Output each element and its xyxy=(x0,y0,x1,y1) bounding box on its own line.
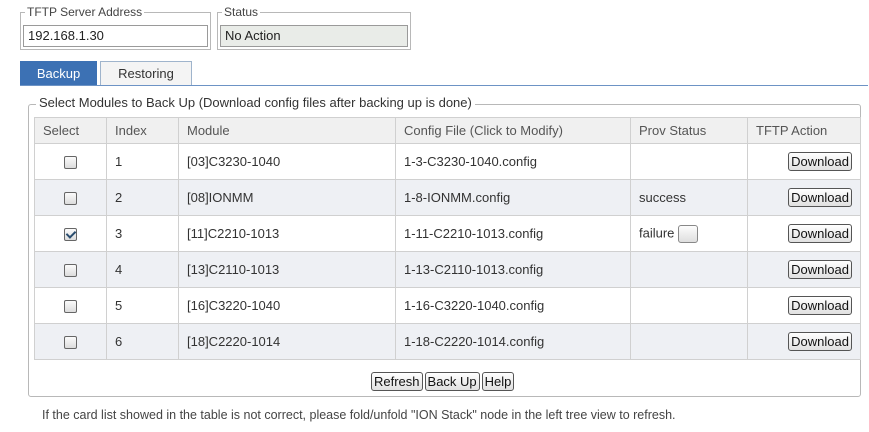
row-index: 6 xyxy=(106,323,179,360)
column-header-prov-status: Prov Status xyxy=(630,117,748,144)
download-button[interactable]: Download xyxy=(788,188,852,207)
tftp-server-label: TFTP Server Address xyxy=(27,5,143,19)
row-module: [03]C3230-1040 xyxy=(178,143,396,180)
column-header-tftp-action: TFTP Action xyxy=(747,117,861,144)
row-config-file[interactable]: 1-8-IONMM.config xyxy=(395,179,631,216)
row-prov-status-cell: failure xyxy=(630,215,748,252)
help-button[interactable]: Help xyxy=(481,372,515,391)
table-row: 5 [16]C3220-1040 1-16-C3220-1040.config … xyxy=(34,287,861,324)
row-prov-status xyxy=(630,143,748,180)
row-config-file[interactable]: 1-11-C2210-1013.config xyxy=(395,215,631,252)
table-header-row: Select Index Module Config File (Click t… xyxy=(34,117,861,144)
download-button[interactable]: Download xyxy=(788,224,852,243)
row-index: 2 xyxy=(106,179,179,216)
row-module: [16]C3220-1040 xyxy=(178,287,396,324)
row-prov-status xyxy=(630,251,748,288)
table-row: 3 [11]C2210-1013 1-11-C2210-1013.config … xyxy=(34,215,861,252)
status-field: No Action xyxy=(220,25,408,47)
row-select-checkbox[interactable] xyxy=(64,336,77,350)
row-prov-status: success xyxy=(630,179,748,216)
table-row: 4 [13]C2110-1013 1-13-C2110-1013.config … xyxy=(34,251,861,288)
download-button[interactable]: Download xyxy=(788,260,852,279)
column-header-select: Select xyxy=(34,117,107,144)
row-config-file[interactable]: 1-18-C2220-1014.config xyxy=(395,323,631,360)
refresh-button[interactable]: Refresh xyxy=(371,372,423,391)
table-row: 2 [08]IONMM 1-8-IONMM.config success Dow… xyxy=(34,179,861,216)
row-module: [08]IONMM xyxy=(178,179,396,216)
column-header-module: Module xyxy=(178,117,396,144)
row-select-checkbox[interactable] xyxy=(64,264,77,278)
row-select-checkbox[interactable] xyxy=(64,192,77,206)
row-select-checkbox[interactable] xyxy=(64,156,77,170)
tab-restoring[interactable]: Restoring xyxy=(100,61,192,86)
back-up-button[interactable]: Back Up xyxy=(424,372,480,391)
panel-title: Select Modules to Back Up (Download conf… xyxy=(36,96,475,110)
download-button[interactable]: Download xyxy=(788,332,852,351)
download-button[interactable]: Download xyxy=(788,152,852,171)
panel-actions: Refresh Back Up Help xyxy=(371,372,515,391)
table-row: 1 [03]C3230-1040 1-3-C3230-1040.config D… xyxy=(34,143,861,180)
tab-backup[interactable]: Backup xyxy=(20,61,97,86)
footer-note: If the card list showed in the table is … xyxy=(42,408,676,422)
download-button[interactable]: Download xyxy=(788,296,852,315)
row-prov-status: failure xyxy=(639,224,675,240)
row-module: [18]C2220-1014 xyxy=(178,323,396,360)
row-config-file[interactable]: 1-3-C3230-1040.config xyxy=(395,143,631,180)
row-index: 5 xyxy=(106,287,179,324)
row-module: [11]C2210-1013 xyxy=(178,215,396,252)
failure-details-button[interactable] xyxy=(678,224,699,243)
row-config-file[interactable]: 1-16-C3220-1040.config xyxy=(395,287,631,324)
tftp-server-input[interactable]: 192.168.1.30 xyxy=(23,25,208,47)
column-header-index: Index xyxy=(106,117,179,144)
row-module: [13]C2110-1013 xyxy=(178,251,396,288)
row-index: 3 xyxy=(106,215,179,252)
modules-table: Select Index Module Config File (Click t… xyxy=(34,117,861,360)
row-config-file[interactable]: 1-13-C2110-1013.config xyxy=(395,251,631,288)
tftp-server-group: TFTP Server Address 192.168.1.30 xyxy=(20,6,211,50)
row-index: 4 xyxy=(106,251,179,288)
row-prov-status xyxy=(630,287,748,324)
table-row: 6 [18]C2220-1014 1-18-C2220-1014.config … xyxy=(34,323,861,360)
row-index: 1 xyxy=(106,143,179,180)
row-prov-status xyxy=(630,323,748,360)
row-select-checkbox[interactable] xyxy=(64,300,77,314)
status-label: Status xyxy=(224,5,259,19)
tab-divider xyxy=(20,85,868,86)
status-group: Status No Action xyxy=(217,6,411,50)
column-header-config-file: Config File (Click to Modify) xyxy=(395,117,631,144)
row-select-checkbox[interactable] xyxy=(64,228,77,242)
